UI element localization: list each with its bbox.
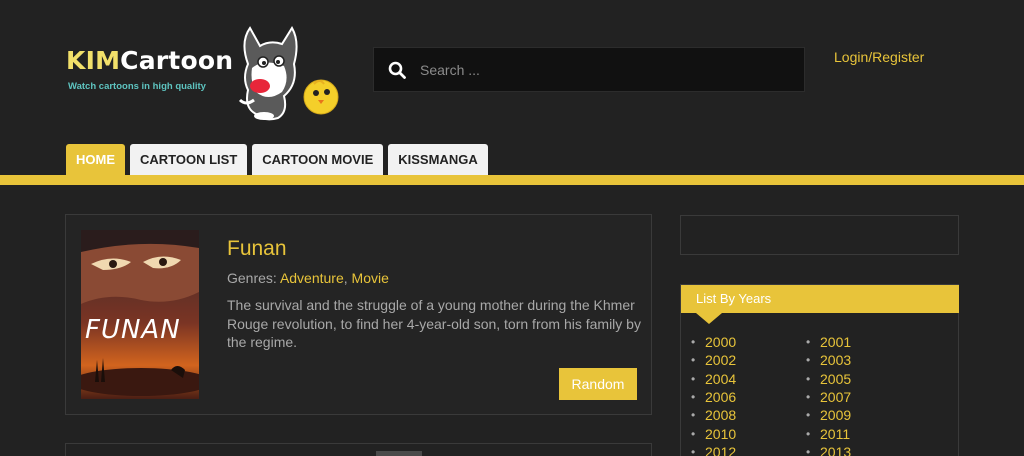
sidebar-empty-box — [680, 215, 959, 255]
search-icon[interactable] — [388, 61, 406, 79]
featured-cartoon-card: FUNAN Funan Genres: Adventure, Movie The… — [65, 214, 652, 415]
search-bar[interactable] — [373, 47, 805, 92]
horizontal-scrollbar[interactable] — [376, 451, 422, 456]
nav-tab-kissmanga[interactable]: KISSMANGA — [388, 144, 488, 175]
next-card — [65, 443, 652, 456]
genre-link-adventure[interactable]: Adventure — [280, 270, 344, 286]
site-logo[interactable]: KIMCartoon Watch cartoons in high qualit… — [66, 24, 346, 124]
year-link-2001[interactable]: 2001 — [806, 333, 921, 351]
year-list: 2000 2001 2002 2003 2004 2005 2006 2007 … — [691, 333, 951, 456]
genre-link-movie[interactable]: Movie — [352, 270, 389, 286]
random-button[interactable]: Random — [559, 368, 637, 400]
genres-label: Genres: — [227, 270, 277, 286]
year-link-2011[interactable]: 2011 — [806, 424, 921, 442]
years-widget-title: List By Years — [681, 285, 959, 313]
year-link-2005[interactable]: 2005 — [806, 370, 921, 388]
year-link-2010[interactable]: 2010 — [691, 424, 806, 442]
year-link-2000[interactable]: 2000 — [691, 333, 806, 351]
genres-line: Genres: Adventure, Movie — [227, 270, 389, 286]
logo-text: KIMCartoon — [66, 46, 234, 75]
year-link-2007[interactable]: 2007 — [806, 388, 921, 406]
year-link-2006[interactable]: 2006 — [691, 388, 806, 406]
cat-mascot-icon — [238, 26, 339, 121]
poster-title-text: FUNAN — [85, 315, 181, 345]
year-link-2003[interactable]: 2003 — [806, 351, 921, 369]
nav-tab-cartoon-list[interactable]: CARTOON LIST — [130, 144, 248, 175]
year-link-2008[interactable]: 2008 — [691, 406, 806, 424]
nav-tab-cartoon-movie[interactable]: CARTOON MOVIE — [252, 144, 384, 175]
list-by-years-widget: List By Years 2000 2001 2002 2003 2004 2… — [680, 284, 959, 456]
nav-tab-home[interactable]: HOME — [66, 144, 125, 175]
year-link-2012[interactable]: 2012 — [691, 443, 806, 456]
main-nav: HOME CARTOON LIST CARTOON MOVIE KISSMANG… — [66, 144, 488, 175]
logo-tagline: Watch cartoons in high quality — [68, 81, 206, 92]
poster-image[interactable]: FUNAN — [81, 230, 199, 399]
search-input[interactable] — [420, 58, 790, 82]
cartoon-description: The survival and the struggle of a young… — [227, 297, 641, 350]
years-header-arrow — [696, 313, 722, 324]
nav-underline-bar — [0, 175, 1024, 185]
year-link-2009[interactable]: 2009 — [806, 406, 921, 424]
cartoon-title[interactable]: Funan — [227, 237, 287, 261]
login-register-link[interactable]: Login/Register — [834, 49, 924, 65]
year-link-2002[interactable]: 2002 — [691, 351, 806, 369]
year-link-2013[interactable]: 2013 — [806, 443, 921, 456]
year-link-2004[interactable]: 2004 — [691, 370, 806, 388]
